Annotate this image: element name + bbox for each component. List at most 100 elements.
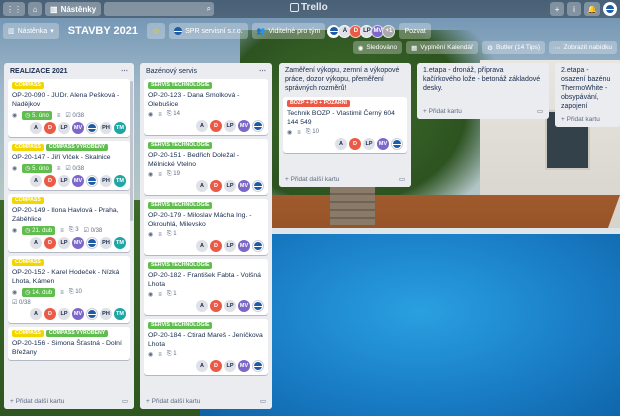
card[interactable]: COMPASS OP-20-152 - Karel Hodeček - Nízk… (8, 256, 130, 323)
member-avatar[interactable]: D (210, 360, 222, 372)
add-card-button[interactable]: + Přidat další kartu (285, 176, 339, 183)
member-avatar[interactable]: LP (224, 180, 236, 192)
member-avatar[interactable]: D (349, 138, 361, 150)
member-avatar[interactable]: D (210, 240, 222, 252)
member-avatar[interactable]: TM (114, 308, 126, 320)
member-avatar[interactable]: LP (224, 300, 236, 312)
company-logo-icon[interactable] (86, 175, 98, 187)
add-icon[interactable]: + (550, 2, 565, 16)
template-icon[interactable]: ▭ (537, 107, 543, 115)
board-title[interactable]: STAVBY 2021 (63, 25, 143, 37)
member-avatar[interactable]: A (30, 308, 42, 320)
list-title[interactable]: REALIZACE 2021 (10, 68, 68, 75)
card[interactable]: SERVIS TECHNOLOGIE OP-20-184 - Ctirad Ma… (144, 319, 268, 375)
member-avatar[interactable]: A (30, 237, 42, 249)
member-avatar[interactable]: PH (100, 237, 112, 249)
member-avatar[interactable]: TM (114, 175, 126, 187)
member-avatar[interactable]: MV (238, 360, 250, 372)
user-avatar[interactable] (603, 2, 617, 16)
invite-button[interactable]: Pozvat (399, 23, 431, 39)
member-avatar[interactable]: PH (100, 308, 112, 320)
list-scrollbar[interactable] (130, 81, 133, 221)
card[interactable]: COMPASS COMPASS VYROBENÝ OP-20-156 - Sim… (8, 327, 130, 360)
member-avatar[interactable]: D (210, 300, 222, 312)
calendar-button[interactable]: ▦ Vyplnění Kalendář (406, 41, 479, 54)
template-icon[interactable]: ▭ (260, 397, 266, 405)
butler-button[interactable]: ⚙ Butler (14 Tips) (482, 41, 546, 54)
show-menu-button[interactable]: ⋯ Zobrazit nabídku (549, 41, 617, 54)
company-logo-icon[interactable] (86, 122, 98, 134)
member-avatar[interactable]: A (196, 300, 208, 312)
template-icon[interactable]: ▭ (399, 175, 405, 183)
card[interactable]: SERVIS TECHNOLOGIE OP-20-151 - Bedřich D… (144, 139, 268, 195)
member-avatar[interactable]: LP (224, 360, 236, 372)
member-avatar[interactable]: MV (72, 308, 84, 320)
company-logo-icon[interactable] (252, 180, 264, 192)
list-title[interactable]: Zaměření výkopu, zemní a výkopové práce,… (285, 66, 405, 93)
member-avatar[interactable]: A (196, 120, 208, 132)
member-avatar[interactable]: MV (238, 300, 250, 312)
member-avatar[interactable]: TM (114, 237, 126, 249)
card[interactable]: BOZP + PO + POŽÁRNÍ Technik BOZP - Vlast… (283, 97, 407, 153)
member-avatar[interactable]: D (44, 122, 56, 134)
company-logo-icon[interactable] (252, 240, 264, 252)
template-icon[interactable]: ▭ (122, 397, 128, 405)
add-card-button[interactable]: + Přidat kartu (561, 116, 600, 123)
member-avatar[interactable]: LP (58, 122, 70, 134)
member-avatar[interactable]: TM (114, 122, 126, 134)
member-avatar[interactable]: LP (363, 138, 375, 150)
member-avatar[interactable]: MV (72, 122, 84, 134)
member-avatar[interactable]: A (196, 180, 208, 192)
trello-logo[interactable]: Trello (290, 2, 328, 13)
member-avatar[interactable]: A (30, 122, 42, 134)
company-logo-icon[interactable] (252, 120, 264, 132)
team-button[interactable]: SPR servisní s.r.o. (169, 23, 248, 39)
member-avatar[interactable]: A (196, 240, 208, 252)
member-avatar[interactable]: A (30, 175, 42, 187)
member-avatar[interactable]: D (210, 180, 222, 192)
member-avatar[interactable]: LP (224, 240, 236, 252)
member-avatar[interactable]: D (44, 175, 56, 187)
home-icon[interactable]: ⌂ (28, 2, 42, 16)
company-logo-icon[interactable] (86, 237, 98, 249)
member-avatar[interactable]: D (44, 308, 56, 320)
card[interactable]: SERVIS TECHNOLOGIE OP-20-182 - František… (144, 259, 268, 315)
member-avatar[interactable]: MV (72, 237, 84, 249)
member-avatar[interactable]: MV (377, 138, 389, 150)
list-menu-icon[interactable]: ⋯ (121, 67, 128, 75)
company-logo-icon[interactable] (252, 300, 264, 312)
list-header[interactable]: 1.etapa - dronáž, příprava kačírkového l… (417, 63, 549, 99)
list-header[interactable]: REALIZACE 2021 ⋯ (4, 63, 134, 79)
bell-icon[interactable]: 🔔 (584, 2, 600, 16)
add-card-button[interactable]: + Přidat kartu (423, 108, 462, 115)
add-card-button[interactable]: + Přidat další kartu (10, 398, 64, 405)
list-title[interactable]: 1.etapa - dronáž, příprava kačírkového l… (423, 66, 543, 93)
member-avatar[interactable]: A (196, 360, 208, 372)
member-avatar[interactable]: D (210, 120, 222, 132)
member-avatar[interactable]: LP (224, 120, 236, 132)
extra-members-badge[interactable]: +1 (382, 24, 396, 38)
board-select-button[interactable]: ▥ Nástěnka ▾ (3, 23, 59, 39)
tracking-button[interactable]: ◉ Sledováno (352, 41, 403, 54)
member-avatar[interactable]: LP (58, 175, 70, 187)
member-avatar[interactable]: LP (58, 237, 70, 249)
member-avatar[interactable]: PH (100, 175, 112, 187)
star-button[interactable]: ☆ (147, 23, 166, 39)
member-avatar[interactable]: PH (100, 122, 112, 134)
member-avatar[interactable]: MV (238, 180, 250, 192)
boards-button[interactable]: ▥ Nástěnky (45, 2, 102, 16)
member-avatar[interactable]: A (335, 138, 347, 150)
list-title[interactable]: Bazénový servis (146, 68, 197, 75)
member-avatar[interactable]: LP (58, 308, 70, 320)
list-menu-icon[interactable]: ⋯ (259, 67, 266, 75)
visibility-button[interactable]: 👥 Viditelné pro tým (251, 23, 326, 39)
company-logo-icon[interactable] (86, 308, 98, 320)
card[interactable]: COMPASS OP-20-090 - JUDr. Alena Pešková … (8, 79, 130, 137)
add-card-button[interactable]: + Přidat další kartu (146, 398, 200, 405)
card[interactable]: COMPASS OP-20-149 - Ilona Havlová - Prah… (8, 194, 130, 252)
member-avatar[interactable]: MV (72, 175, 84, 187)
company-logo-icon[interactable] (252, 360, 264, 372)
card[interactable]: COMPASS COMPASS VYROBENÝ OP-20-147 - Jiř… (8, 141, 130, 190)
info-icon[interactable]: i (567, 2, 582, 16)
card[interactable]: SERVIS TECHNOLOGIE OP-20-123 - Dana Smol… (144, 79, 268, 135)
